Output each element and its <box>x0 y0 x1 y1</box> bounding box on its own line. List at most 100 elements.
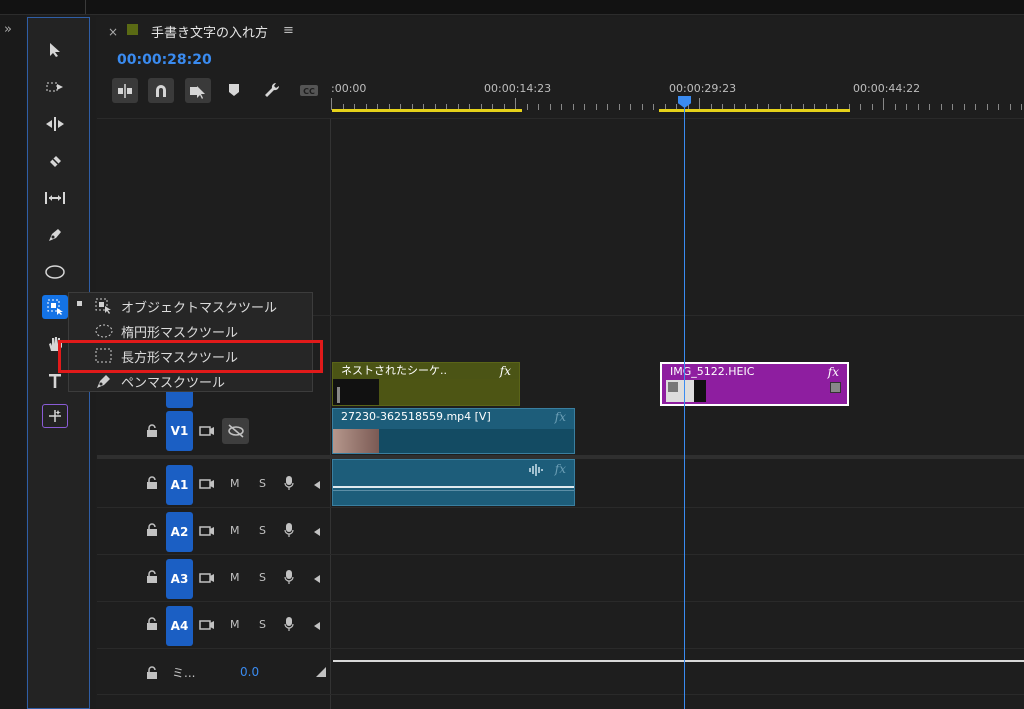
lock-icon[interactable] <box>146 617 158 633</box>
fx-badge[interactable]: fx <box>500 363 511 379</box>
ruler-tick <box>561 104 562 110</box>
volume-line[interactable] <box>333 486 574 488</box>
ruler-tick <box>1021 104 1022 110</box>
microphone-icon[interactable] <box>284 569 294 588</box>
level-icon[interactable] <box>315 666 327 681</box>
ruler-tick <box>653 104 654 110</box>
highlight-box <box>58 340 323 373</box>
mute-button[interactable]: M <box>230 571 240 584</box>
sync-lock-icon[interactable] <box>199 619 215 634</box>
ruler-tick <box>883 98 884 110</box>
captions-icon[interactable]: CC <box>298 80 320 100</box>
expand-track-icon[interactable] <box>314 479 320 492</box>
fx-badge[interactable]: fx <box>555 462 566 476</box>
expand-track-icon[interactable] <box>314 620 320 633</box>
solo-button[interactable]: S <box>259 618 266 631</box>
work-area-bar[interactable] <box>659 109 850 112</box>
lock-icon[interactable] <box>146 424 158 440</box>
lock-icon[interactable] <box>146 666 158 682</box>
slip-icon[interactable] <box>42 186 68 210</box>
sequence-tab-title[interactable]: 手書き文字の入れ方 <box>151 22 268 41</box>
microphone-icon[interactable] <box>284 616 294 635</box>
track-target-a[interactable]: A1 <box>166 465 193 505</box>
menu-item-object-mask[interactable]: オブジェクトマスクツール <box>69 293 312 317</box>
sync-lock-icon[interactable] <box>199 525 215 540</box>
mix-volume-line[interactable] <box>333 660 1024 662</box>
menu-item-ellipse-mask[interactable]: 楕円形マスクツール <box>69 318 312 342</box>
clip-label: IMG_5122.HEIC <box>670 365 755 378</box>
microphone-icon[interactable] <box>284 475 294 494</box>
ruler-tick <box>619 104 620 110</box>
razor-icon[interactable] <box>42 149 68 173</box>
track-target-v1[interactable]: V1 <box>166 411 193 451</box>
lock-icon[interactable] <box>146 570 158 586</box>
ruler-tick <box>987 104 988 110</box>
audio-clip[interactable]: fx <box>332 459 575 506</box>
selection-tool-icon[interactable] <box>42 38 68 62</box>
grid-line <box>97 648 1024 649</box>
mix-volume-value[interactable]: 0.0 <box>240 665 259 679</box>
lock-icon[interactable] <box>146 523 158 539</box>
pen-mask-icon <box>95 373 113 392</box>
eye-hidden-icon[interactable] <box>222 418 249 444</box>
playhead-line[interactable] <box>684 100 685 709</box>
expand-track-icon[interactable] <box>314 573 320 586</box>
grid-line <box>97 601 1024 602</box>
sync-lock-icon[interactable] <box>199 425 215 440</box>
track-header-divider <box>330 118 331 709</box>
expand-track-icon[interactable] <box>314 526 320 539</box>
ruler-tick <box>630 104 631 110</box>
linked-selection-icon[interactable] <box>185 78 211 103</box>
object-mask-tool-icon[interactable] <box>42 295 68 319</box>
ripple-edit-icon[interactable] <box>42 112 68 136</box>
video-clip[interactable]: 27230-362518559.mp4 [V] fx <box>332 408 575 454</box>
track-target-a[interactable]: A3 <box>166 559 193 599</box>
clip-label: 27230-362518559.mp4 [V] <box>341 410 491 423</box>
solo-button[interactable]: S <box>259 571 266 584</box>
time-ruler[interactable]: :00:00 00:00:14:23 00:00:29:23 00:00:44:… <box>331 78 1024 118</box>
grid-line <box>97 118 1024 119</box>
grid-line <box>97 554 1024 555</box>
track-target-a[interactable]: A4 <box>166 606 193 646</box>
solo-button[interactable]: S <box>259 524 266 537</box>
ruler-tick <box>952 104 953 110</box>
fx-badge[interactable]: fx <box>555 409 566 425</box>
ellipse-icon[interactable] <box>42 260 68 284</box>
generative-extend-icon[interactable] <box>42 404 68 428</box>
ruler-tick <box>527 104 528 110</box>
work-area-bar[interactable] <box>332 109 522 112</box>
fx-badge[interactable]: fx <box>828 364 839 380</box>
ruler-tick <box>607 104 608 110</box>
track-target-a[interactable]: A2 <box>166 512 193 552</box>
playhead-timecode[interactable]: 00:00:28:20 <box>117 52 212 68</box>
image-clip[interactable]: IMG_5122.HEIC fx <box>660 362 849 406</box>
solo-button[interactable]: S <box>259 477 266 490</box>
ruler-tick <box>538 104 539 110</box>
ruler-label: :00:00 <box>331 82 367 95</box>
sync-lock-icon[interactable] <box>199 572 215 587</box>
ruler-tick <box>573 104 574 110</box>
ruler-tick <box>584 104 585 110</box>
marker-icon[interactable] <box>226 80 242 100</box>
pen-icon[interactable] <box>42 223 68 247</box>
panel-menu-icon[interactable]: ≡ <box>283 23 294 38</box>
mute-button[interactable]: M <box>230 477 240 490</box>
sequence-color-swatch <box>127 24 138 35</box>
lock-icon[interactable] <box>146 476 158 492</box>
track-select-forward-icon[interactable] <box>42 75 68 99</box>
close-tab-button[interactable]: × <box>108 25 118 39</box>
snap-insert-icon[interactable] <box>112 78 138 103</box>
sync-lock-icon[interactable] <box>199 478 215 493</box>
wrench-icon[interactable] <box>262 80 282 100</box>
ruler-tick <box>998 104 999 110</box>
microphone-icon[interactable] <box>284 522 294 541</box>
waveform-icon <box>528 464 544 479</box>
clip-header: IMG_5122.HEIC fx <box>662 364 847 380</box>
nested-sequence-clip[interactable]: ネストされたシーケ.. fx <box>332 362 520 406</box>
expand-panels-icon[interactable]: » <box>4 22 12 37</box>
magnet-icon[interactable] <box>148 78 174 103</box>
ruler-tick <box>941 104 942 110</box>
mute-button[interactable]: M <box>230 524 240 537</box>
mute-button[interactable]: M <box>230 618 240 631</box>
menu-item-label: 楕円形マスクツール <box>121 326 239 341</box>
